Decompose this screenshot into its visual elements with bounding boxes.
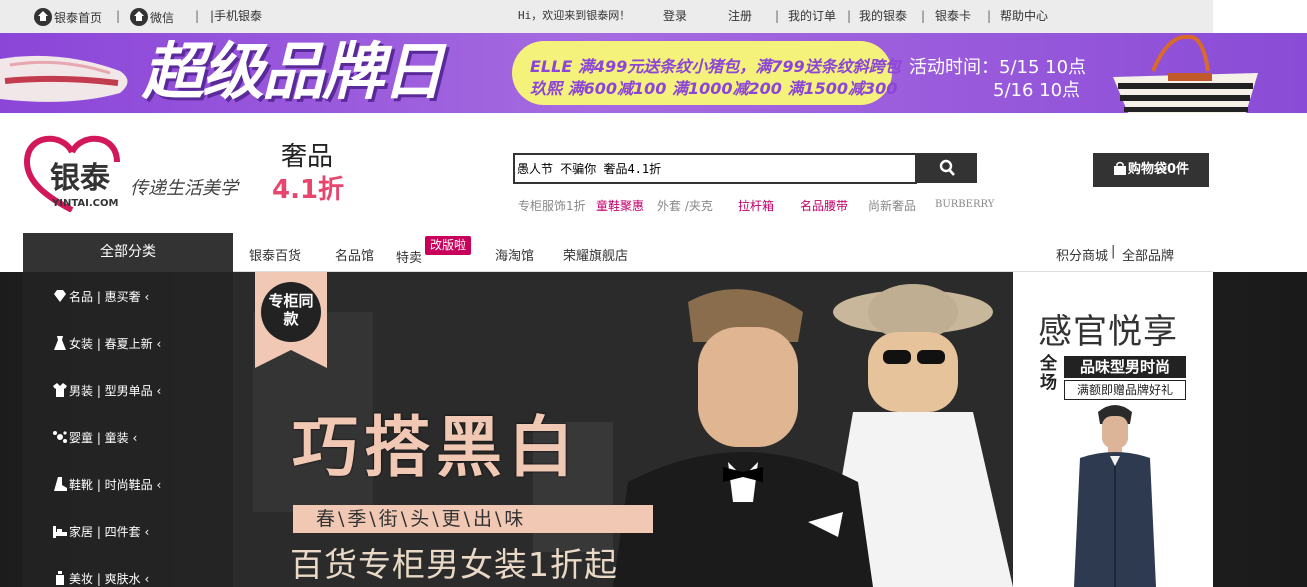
home-icon bbox=[34, 8, 52, 26]
home-link[interactable]: 银泰首页 bbox=[34, 8, 102, 26]
separator: | bbox=[987, 9, 992, 23]
bottle-icon bbox=[56, 571, 64, 585]
shopping-bag-icon bbox=[1113, 161, 1126, 175]
hot-keyword[interactable]: 名品腰带 bbox=[800, 197, 848, 214]
right-ad-headline: 品味型男时尚 bbox=[1064, 356, 1186, 378]
wechat-link[interactable]: 微信 bbox=[130, 8, 174, 26]
yintai-card-link[interactable]: 银泰卡 bbox=[935, 8, 971, 24]
right-ad-gift-text: 满额即赠品牌好礼 bbox=[1064, 380, 1186, 400]
promo-offer-line1: ELLE 满499元送条纹小猪包，满799送条纹斜跨包 bbox=[530, 57, 901, 76]
hot-keyword[interactable]: 外套 /夹克 bbox=[657, 197, 713, 214]
promo-banner[interactable]: 超级品牌日 ELLE 满499元送条纹小猪包，满799送条纹斜跨包 玖熙 满60… bbox=[0, 33, 1307, 113]
search-icon bbox=[939, 159, 955, 176]
welcome-text: Hi，欢迎来到银泰网！ bbox=[518, 9, 631, 22]
all-brands-link[interactable]: 全部品牌 bbox=[1122, 245, 1174, 264]
sidebar-item-label: 鞋靴 | 时尚鞋品 ‹ bbox=[69, 478, 162, 492]
nav-item-global-shopping[interactable]: 海淘馆 bbox=[495, 245, 534, 264]
hero-subtitle: 百货专柜男女装1折起 bbox=[290, 545, 618, 584]
sidebar-item-men[interactable]: 男装 | 型男单品 ‹ bbox=[53, 382, 161, 400]
cart-button[interactable]: 购物袋0件 bbox=[1093, 153, 1209, 187]
hero-badge-text: 专柜同款 bbox=[268, 292, 314, 328]
hot-keyword[interactable]: BURBERRY bbox=[935, 199, 994, 210]
nav-item-yintai-department[interactable]: 银泰百货 bbox=[249, 245, 301, 264]
help-center-link[interactable]: 帮助中心 bbox=[1000, 8, 1048, 24]
hero-headline: 巧搭黑白 bbox=[292, 409, 580, 486]
right-ad-full-store: 全场 bbox=[1040, 354, 1057, 393]
boot-icon bbox=[54, 477, 67, 491]
hot-keyword[interactable]: 专柜服饰1折 bbox=[518, 197, 586, 214]
sidebar-item-shoes[interactable]: 鞋靴 | 时尚鞋品 ‹ bbox=[53, 476, 161, 494]
register-link[interactable]: 注册 bbox=[728, 8, 752, 24]
sidebar-item-label: 女装 | 春夏上新 ‹ bbox=[69, 337, 162, 351]
shoe-image bbox=[0, 55, 128, 102]
sidebar-item-luxury[interactable]: 名品 | 惠买奢 ‹ bbox=[53, 288, 149, 306]
home-link-label: 银泰首页 bbox=[54, 11, 103, 25]
wechat-home-icon bbox=[130, 8, 148, 26]
separator: | bbox=[847, 9, 852, 23]
wechat-label: 微信 bbox=[150, 11, 175, 25]
promo-title: 超级品牌日 bbox=[142, 35, 444, 108]
hot-keyword[interactable]: 拉杆箱 bbox=[738, 197, 774, 214]
hot-keyword[interactable]: 童鞋聚惠 bbox=[596, 197, 644, 214]
hero-tagline: 春\季\街\头\更\出\味 bbox=[316, 508, 527, 530]
my-yintai-link[interactable]: 我的银泰 bbox=[859, 8, 907, 24]
sidebar-item-label: 男装 | 型男单品 ‹ bbox=[69, 384, 162, 398]
points-mall-link[interactable]: 积分商城 bbox=[1056, 245, 1108, 264]
search-input[interactable] bbox=[513, 153, 917, 184]
separator: | bbox=[1111, 244, 1116, 259]
logo-text: 银泰 bbox=[50, 161, 110, 196]
my-orders-link[interactable]: 我的订单 bbox=[788, 8, 836, 24]
sidebar-item-beauty[interactable]: 美妆 | 爽肤水 ‹ bbox=[53, 570, 149, 587]
hot-keyword[interactable]: 尚新奢品 bbox=[868, 197, 916, 214]
sidebar-item-label: 美妆 | 爽肤水 ‹ bbox=[69, 572, 150, 586]
top-bar: 银泰首页 | 微信 | |手机银泰 Hi，欢迎来到银泰网！ 登录 注册 | 我的… bbox=[0, 0, 1213, 33]
bed-icon bbox=[53, 526, 67, 538]
sidebar-item-kids[interactable]: 婴童 | 童装 ‹ bbox=[53, 429, 137, 447]
sidebar-item-home[interactable]: 家居 | 四件套 ‹ bbox=[53, 523, 149, 541]
sidebar-item-label: 名品 | 惠买奢 ‹ bbox=[69, 290, 150, 304]
separator: | bbox=[195, 9, 200, 23]
nav-item-sale[interactable]: 特卖 bbox=[396, 247, 422, 266]
promo-offer-line2: 玖熙 满600减100 满1000减200 满1500减300 bbox=[530, 79, 898, 98]
promo-time-line2: 5/16 10点 bbox=[993, 80, 1081, 101]
logo-slogan: 传递生活美学 bbox=[130, 178, 238, 199]
category-sidebar: 名品 | 惠买奢 ‹ 女装 | 春夏上新 ‹ 男装 | 型男单品 ‹ 婴童 | … bbox=[23, 272, 233, 587]
separator: | bbox=[116, 9, 121, 23]
shirt-icon bbox=[53, 383, 67, 397]
right-ad-title: 感官悦享 bbox=[1038, 312, 1178, 352]
baby-icon bbox=[53, 431, 67, 443]
nav-item-honor-store[interactable]: 荣耀旗舰店 bbox=[563, 245, 628, 264]
male-model-image bbox=[1074, 405, 1156, 587]
luxury-promo-discount[interactable]: 4.1折 bbox=[272, 174, 344, 206]
mobile-link[interactable]: |手机银泰 bbox=[210, 8, 262, 24]
sidebar-item-label: 婴童 | 童装 ‹ bbox=[69, 431, 138, 445]
luxury-promo-title[interactable]: 奢品 bbox=[281, 142, 333, 172]
separator: | bbox=[775, 9, 780, 23]
sidebar-item-label: 家居 | 四件套 ‹ bbox=[69, 525, 150, 539]
nav-item-brand-hall[interactable]: 名品馆 bbox=[335, 245, 374, 264]
cart-label: 购物袋0件 bbox=[1127, 162, 1190, 177]
login-link[interactable]: 登录 bbox=[663, 8, 687, 24]
dress-icon bbox=[54, 336, 66, 350]
sidebar-item-women[interactable]: 女装 | 春夏上新 ‹ bbox=[53, 335, 161, 353]
search-button[interactable] bbox=[917, 153, 977, 183]
new-badge: 改版啦 bbox=[425, 236, 471, 255]
all-categories-button[interactable]: 全部分类 bbox=[23, 233, 233, 272]
bag-image bbox=[1113, 34, 1258, 113]
diamond-icon bbox=[54, 290, 66, 302]
yintai-logo[interactable]: 银泰 YINTAI.COM 传递生活美学 bbox=[22, 132, 242, 212]
logo-domain: YINTAI.COM bbox=[52, 198, 119, 209]
separator: | bbox=[921, 9, 926, 23]
